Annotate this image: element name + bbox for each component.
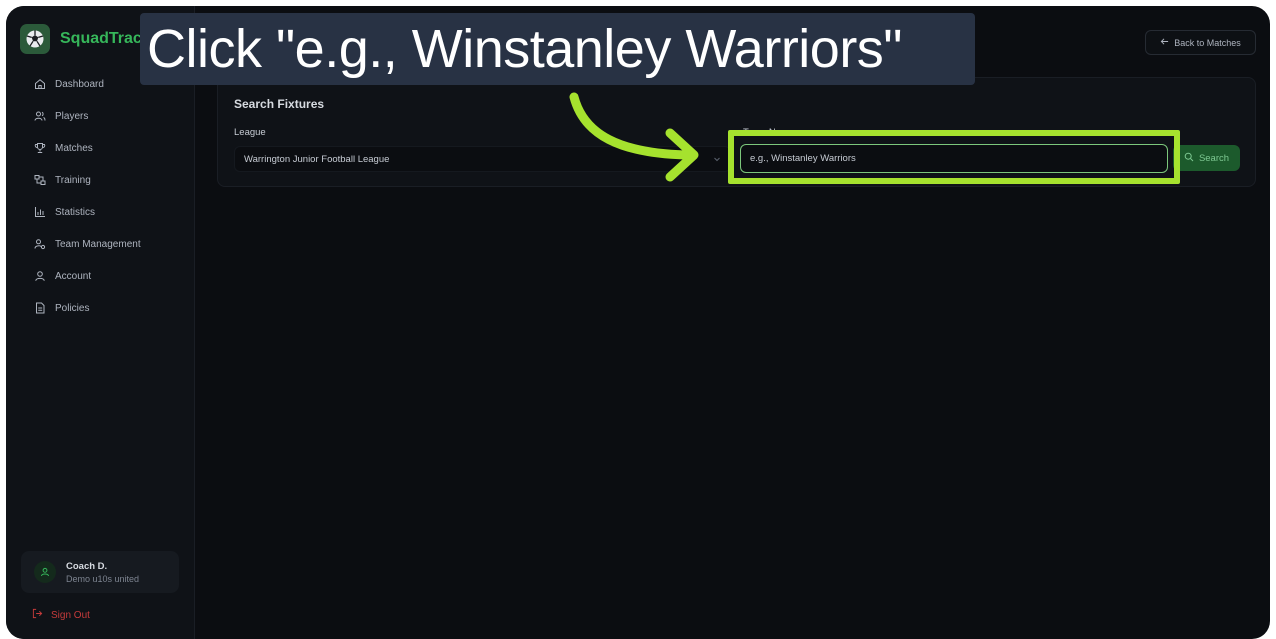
app-name: SquadTrac bbox=[60, 30, 142, 47]
user-icon bbox=[33, 270, 46, 283]
league-select-value: Warrington Junior Football League bbox=[244, 153, 390, 165]
sidebar-nav: Dashboard Players Matches Training Stati… bbox=[6, 68, 195, 324]
sign-out-label: Sign Out bbox=[51, 609, 90, 621]
back-to-matches-button[interactable]: Back to Matches bbox=[1145, 30, 1256, 55]
tutorial-instruction: Click "e.g., Winstanley Warriors" bbox=[140, 13, 975, 85]
sidebar-item-label: Policies bbox=[55, 302, 90, 314]
target-highlight-box bbox=[728, 130, 1180, 184]
user-avatar-icon bbox=[34, 561, 56, 583]
team-management-icon bbox=[33, 238, 46, 251]
user-team: Demo u10s united bbox=[66, 573, 140, 584]
sidebar: SquadTrac Dashboard Players Matches Trai… bbox=[6, 6, 195, 639]
sidebar-item-label: Team Management bbox=[55, 238, 141, 250]
sidebar-item-label: Matches bbox=[55, 142, 93, 154]
trophy-icon bbox=[33, 142, 46, 155]
sign-out-button[interactable]: Sign Out bbox=[32, 608, 90, 622]
pointer-arrow-icon bbox=[569, 92, 699, 182]
back-to-matches-label: Back to Matches bbox=[1174, 37, 1241, 48]
league-label: League bbox=[234, 127, 266, 138]
search-button[interactable]: Search bbox=[1173, 145, 1240, 171]
football-icon bbox=[20, 24, 50, 54]
sidebar-item-label: Dashboard bbox=[55, 78, 104, 90]
sidebar-item-players[interactable]: Players bbox=[6, 100, 195, 132]
sidebar-item-label: Training bbox=[55, 174, 91, 186]
sidebar-item-training[interactable]: Training bbox=[6, 164, 195, 196]
chart-icon bbox=[33, 206, 46, 219]
search-button-label: Search bbox=[1198, 152, 1230, 164]
sidebar-item-label: Statistics bbox=[55, 206, 96, 218]
sidebar-item-matches[interactable]: Matches bbox=[6, 132, 195, 164]
users-icon bbox=[33, 110, 46, 123]
home-icon bbox=[33, 78, 46, 91]
document-icon bbox=[33, 302, 46, 315]
sidebar-item-policies[interactable]: Policies bbox=[6, 292, 195, 324]
brand[interactable]: SquadTrac bbox=[20, 24, 142, 54]
search-icon bbox=[1184, 152, 1194, 165]
sidebar-item-statistics[interactable]: Statistics bbox=[6, 196, 195, 228]
sidebar-item-account[interactable]: Account bbox=[6, 260, 195, 292]
sidebar-item-label: Account bbox=[55, 270, 92, 282]
arrow-left-icon bbox=[1160, 37, 1169, 48]
panel-title: Search Fixtures bbox=[234, 97, 325, 111]
sidebar-item-label: Players bbox=[55, 110, 89, 122]
user-card[interactable]: Coach D. Demo u10s united bbox=[21, 551, 179, 593]
training-icon bbox=[33, 174, 46, 187]
sign-out-icon bbox=[32, 608, 43, 622]
sidebar-item-team-management[interactable]: Team Management bbox=[6, 228, 195, 260]
user-name: Coach D. bbox=[66, 560, 108, 572]
